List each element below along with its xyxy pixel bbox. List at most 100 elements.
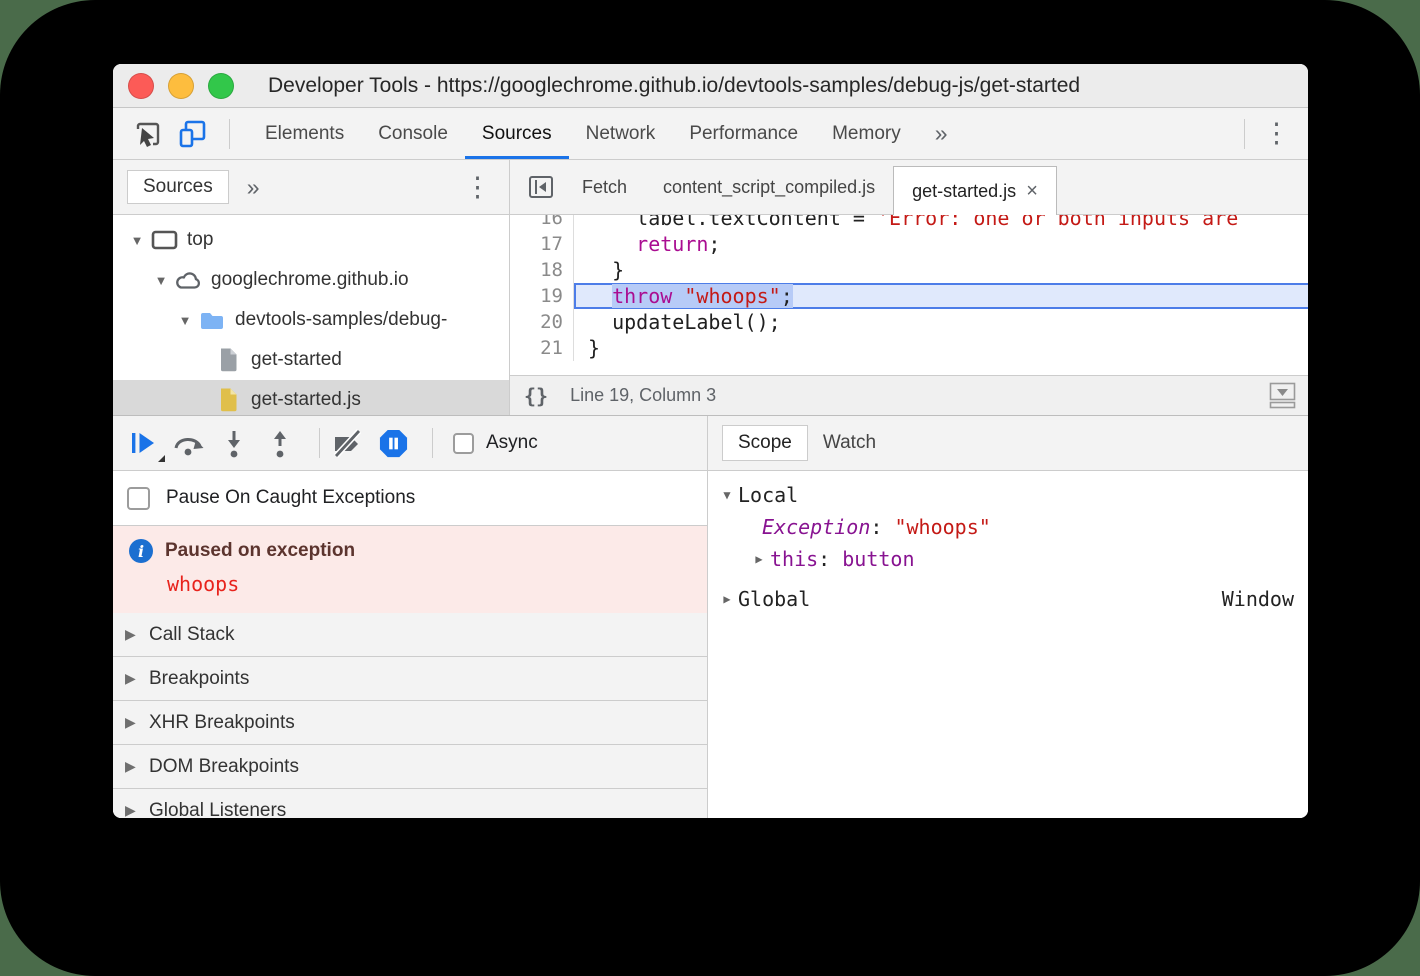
tree-item-get-started[interactable]: get-started [113,340,509,380]
tree-item-label: get-started.js [251,389,361,410]
section-dom-breakpoints[interactable]: ▶ DOM Breakpoints [113,745,707,789]
property-name: Exception [762,515,871,539]
expanded-arrow-icon[interactable]: ▼ [716,488,738,502]
tree-item-label: devtools-samples/debug- [235,309,448,330]
minimize-window-button[interactable] [168,72,194,99]
line-number-gutter[interactable]: 18 [510,257,574,283]
section-label: Global Listeners [149,799,287,819]
navigator-pane: Sources » ⋮ ▼ top ▼ googlechrome.github.… [113,160,510,415]
inspect-element-button[interactable] [131,117,165,151]
main-toolbar: Elements Console Sources Network Perform… [113,108,1308,160]
section-call-stack[interactable]: ▶ Call Stack [113,613,707,657]
editor-tab-label: get-started.js [912,180,1017,201]
tab-console[interactable]: Console [361,108,465,159]
cursor-position: Line 19, Column 3 [570,385,717,405]
collapsed-arrow-icon: ▶ [125,758,136,774]
token-plain: label.textContent = [636,215,877,230]
expand-arrow-icon[interactable]: ▼ [149,273,173,288]
token-plain: updateLabel(); [588,310,781,334]
tab-elements[interactable]: Elements [248,108,361,159]
tab-performance[interactable]: Performance [672,108,815,159]
expand-arrow-icon[interactable]: ▼ [125,233,149,248]
property-value: button [842,547,915,571]
token-string: "whoops" [684,284,781,308]
navigator-menu-button[interactable]: ⋮ [456,173,499,201]
zoom-window-button[interactable] [208,72,234,99]
navigator-more-tabs-button[interactable]: » [247,174,260,201]
editor-status-bar: {} Line 19, Column 3 [510,375,1308,415]
line-number-gutter[interactable]: 17 [510,231,574,257]
code-editor[interactable]: 16 label.textContent = 'Error: one or bo… [510,215,1308,375]
collapsed-arrow-icon[interactable]: ▶ [748,552,770,566]
editor-tab-content-script[interactable]: content_script_compiled.js [645,160,893,214]
hide-navigator-button[interactable] [528,160,554,214]
code-text[interactable]: return; [574,231,1308,257]
code-text[interactable]: label.textContent = 'Error: one or both … [574,215,1308,231]
deactivate-breakpoints-button[interactable] [330,426,364,460]
debugger-toolbar: Async [113,416,707,471]
scope-exception-row[interactable]: Exception: "whoops" [708,511,1308,543]
devtools-menu-button[interactable]: ⋮ [1255,120,1298,147]
editor-tab-fetch[interactable]: Fetch [564,160,645,214]
tree-item-top[interactable]: ▼ top [113,220,509,260]
editor-tab-get-started-js[interactable]: get-started.js × [893,166,1057,215]
step-into-button[interactable] [217,426,251,460]
scope-local-row[interactable]: ▼ Local [708,479,1308,511]
debugger-controls-pane: Async Pause On Caught Exceptions i Pause… [113,416,708,818]
async-checkbox[interactable] [453,432,474,454]
code-text[interactable]: updateLabel(); [574,309,1308,335]
tree-item-label: top [187,229,214,250]
inspect-cursor-icon [133,119,163,149]
tab-memory[interactable]: Memory [815,108,918,159]
toggle-device-toolbar-button[interactable] [175,117,209,151]
tab-sources[interactable]: Sources [464,108,569,159]
line-number-gutter[interactable]: 20 [510,309,574,335]
paused-on-exception-banner: i Paused on exception whoops [113,526,707,613]
token-string: 'Error: one or both inputs are [877,215,1239,230]
resume-script-button[interactable] [125,426,165,462]
token-plain: ; [708,232,721,256]
code-text[interactable]: } [574,335,1308,361]
tree-item-domain[interactable]: ▼ googlechrome.github.io [113,260,509,300]
collapsed-arrow-icon: ▶ [125,626,136,642]
scope-name: Local [738,483,799,507]
tree-item-get-started-js[interactable]: get-started.js [113,380,509,415]
line-number-gutter[interactable]: 16 [510,215,574,231]
token-keyword: throw [612,284,673,308]
resume-icon [127,428,157,458]
tab-scope[interactable]: Scope [722,425,808,461]
pause-on-exceptions-button[interactable] [376,426,410,460]
code-line-19-execution-line: 19 throw "whoops"; [510,283,1308,309]
expand-arrow-icon[interactable]: ▼ [173,313,197,328]
line-number-gutter[interactable]: 21 [510,335,574,361]
tree-item-folder[interactable]: ▼ devtools-samples/debug- [113,300,509,340]
token-keyword: return [636,232,709,256]
close-tab-icon[interactable]: × [1026,180,1038,203]
close-window-button[interactable] [128,72,154,99]
frame-icon [149,229,179,251]
line-number-gutter[interactable]: 19 [510,283,574,309]
exception-message: whoops [167,572,240,596]
scope-this-row[interactable]: ▶ this: button [708,543,1308,575]
step-out-button[interactable] [263,426,297,460]
more-tabs-button[interactable]: » [918,108,965,159]
collapsed-arrow-icon[interactable]: ▶ [716,592,738,606]
code-line-17: 17 return; [510,231,1308,257]
code-text[interactable]: } [574,257,1308,283]
scroll-down-icon[interactable] [1269,382,1296,409]
long-press-indicator-icon [158,455,165,462]
navigator-tab-sources[interactable]: Sources [127,170,229,204]
code-text[interactable]: throw "whoops"; [574,283,1308,309]
section-global-listeners[interactable]: ▶ Global Listeners [113,789,707,818]
device-toolbar-icon [177,119,207,149]
tab-watch[interactable]: Watch [808,426,891,460]
pause-on-caught-checkbox[interactable] [127,486,150,510]
pretty-print-icon[interactable]: {} [524,384,548,408]
scope-tab-bar: Scope Watch [708,416,1308,471]
execution-statement-highlight: throw "whoops"; [612,284,793,308]
section-breakpoints[interactable]: ▶ Breakpoints [113,657,707,701]
section-xhr-breakpoints[interactable]: ▶ XHR Breakpoints [113,701,707,745]
scope-global-row[interactable]: ▶ Global Window [708,583,1308,615]
step-over-button[interactable] [171,426,205,460]
tab-network[interactable]: Network [569,108,673,159]
